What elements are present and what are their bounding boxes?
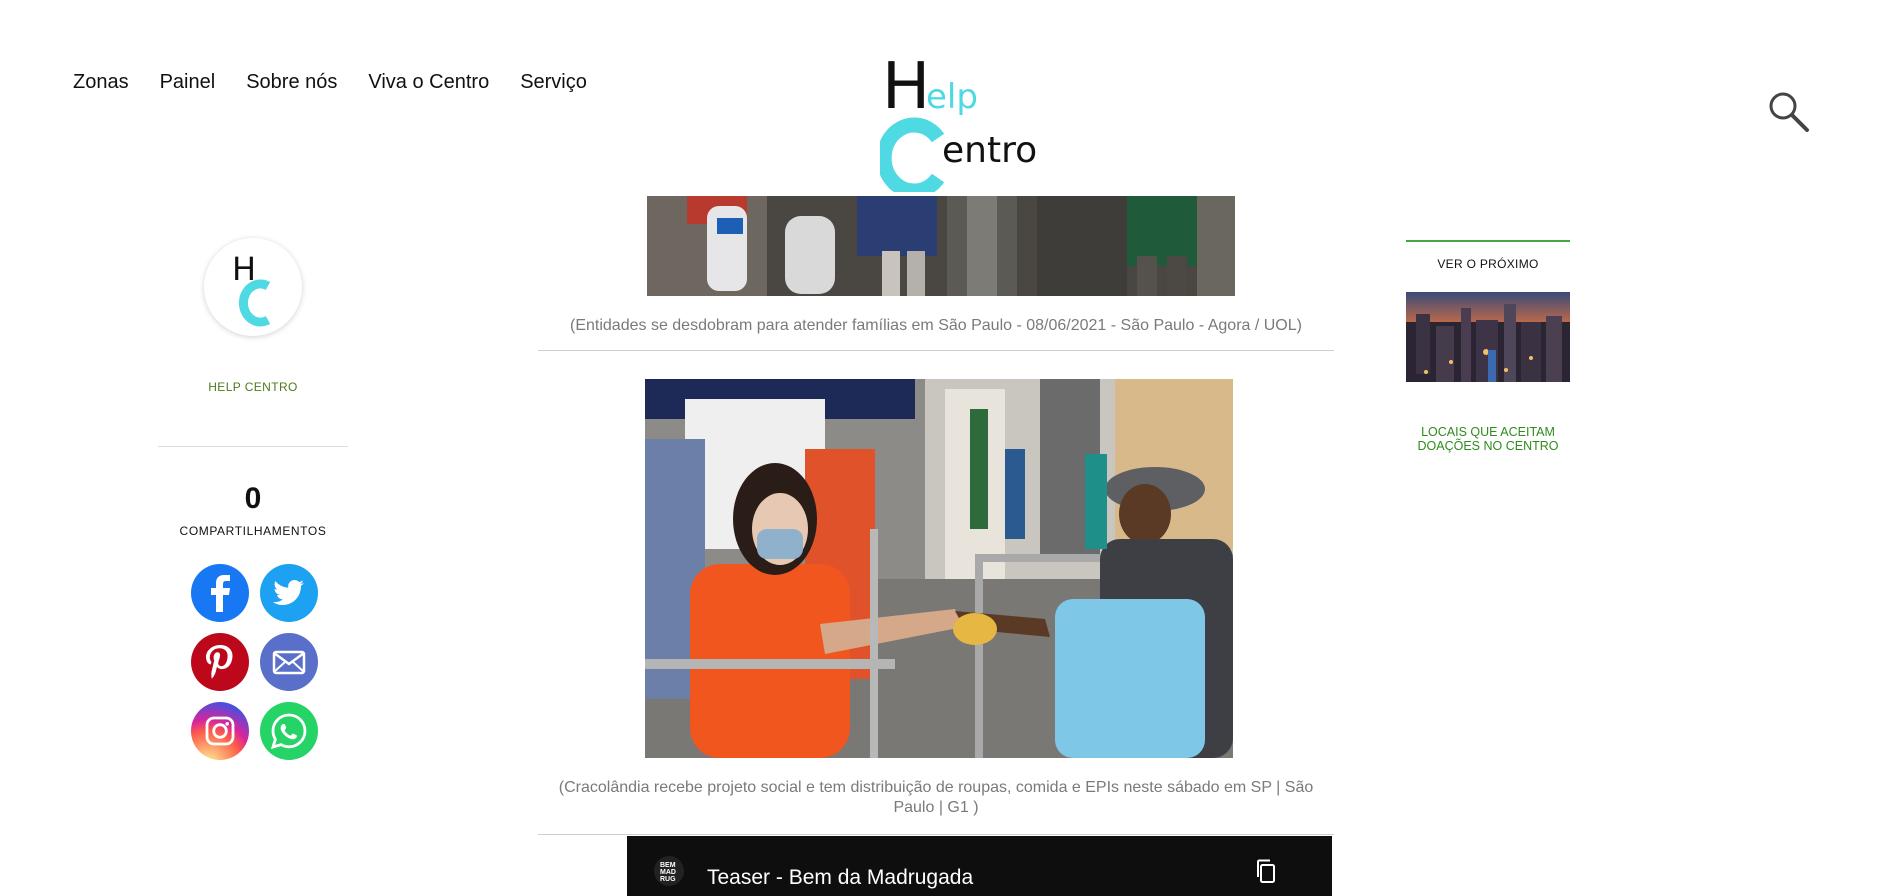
twitter-share-button[interactable] — [260, 564, 318, 622]
logo-letter-c — [880, 117, 945, 192]
facebook-share-button[interactable] — [191, 564, 249, 622]
sidebar-accent-line — [1406, 240, 1570, 242]
avatar-letter-c — [238, 279, 271, 327]
nav-item-sobre-nos[interactable]: Sobre nós — [246, 71, 337, 94]
instagram-icon — [205, 716, 235, 746]
next-post-thumbnail[interactable] — [1406, 292, 1570, 382]
logo-letter-h: H — [882, 52, 930, 124]
next-post-link[interactable]: LOCAIS QUE ACEITAM DOAÇÕES NO CENTRO — [1406, 425, 1570, 453]
share-count: 0 — [244, 482, 262, 515]
author-name-link[interactable]: HELP CENTRO — [158, 380, 348, 394]
article-photo-2 — [645, 379, 1233, 758]
pinterest-icon — [206, 645, 233, 679]
nav-item-zonas[interactable]: Zonas — [73, 71, 129, 94]
caption-divider-2 — [538, 834, 1334, 835]
share-label: COMPARTILHAMENTOS — [179, 524, 327, 538]
nav-item-servico[interactable]: Serviço — [520, 71, 587, 94]
mail-icon — [272, 650, 306, 675]
caption-divider-1 — [538, 350, 1334, 351]
pinterest-share-button[interactable] — [191, 633, 249, 691]
avatar[interactable]: H — [204, 238, 302, 336]
next-post-label: VER O PRÓXIMO — [1437, 257, 1539, 271]
nav-item-viva-o-centro[interactable]: Viva o Centro — [368, 71, 489, 94]
search-icon — [1769, 92, 1809, 132]
main-nav: Zonas Painel Sobre nós Viva o Centro Ser… — [73, 71, 587, 94]
photo-caption-2: (Cracolândia recebe projeto social e tem… — [558, 779, 1314, 816]
site-logo[interactable]: H elp entro — [880, 52, 1060, 192]
article-photo-1 — [647, 196, 1235, 296]
logo-word-entro: entro — [942, 130, 1037, 171]
instagram-share-button[interactable] — [191, 702, 249, 760]
whatsapp-icon — [270, 713, 307, 750]
video-channel-avatar[interactable]: BEM MAD RUG — [654, 856, 684, 886]
facebook-icon — [211, 575, 230, 612]
twitter-icon — [273, 580, 304, 605]
divider — [158, 446, 348, 447]
logo-word-elp: elp — [926, 77, 978, 117]
video-title[interactable]: Teaser - Bem da Madrugada — [707, 866, 973, 890]
photo-caption-1: (Entidades se desdobram para atender fam… — [570, 317, 1302, 334]
search-button[interactable] — [1767, 90, 1811, 134]
social-share-buttons — [191, 564, 318, 760]
copy-icon — [1257, 859, 1275, 883]
whatsapp-share-button[interactable] — [260, 702, 318, 760]
copy-link-button[interactable] — [1253, 858, 1279, 884]
video-embed[interactable]: BEM MAD RUG Teaser - Bem da Madrugada — [627, 836, 1332, 896]
email-share-button[interactable] — [260, 633, 318, 691]
nav-item-painel[interactable]: Painel — [160, 71, 216, 94]
